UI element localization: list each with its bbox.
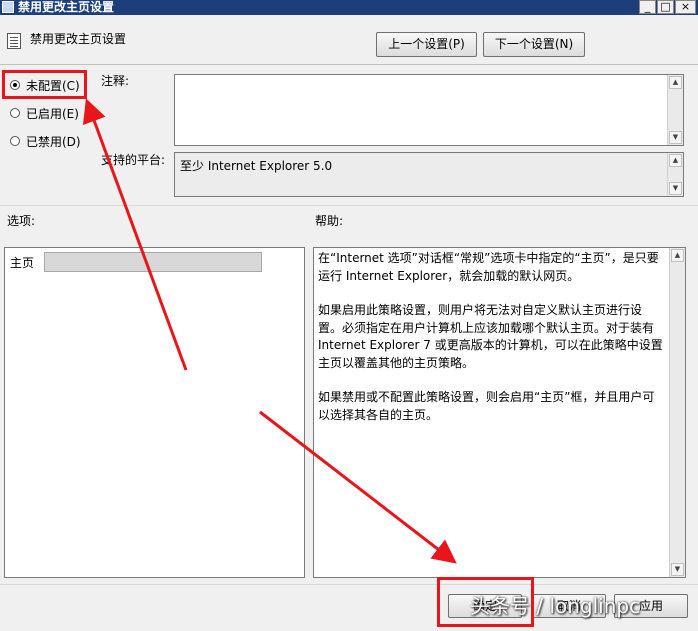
arrow-to-not-configured — [82, 98, 188, 371]
watermark-text: 头条号 / longlinpc — [470, 594, 641, 618]
annotation-arrows — [82, 98, 457, 564]
arrow-to-ok — [259, 410, 457, 564]
